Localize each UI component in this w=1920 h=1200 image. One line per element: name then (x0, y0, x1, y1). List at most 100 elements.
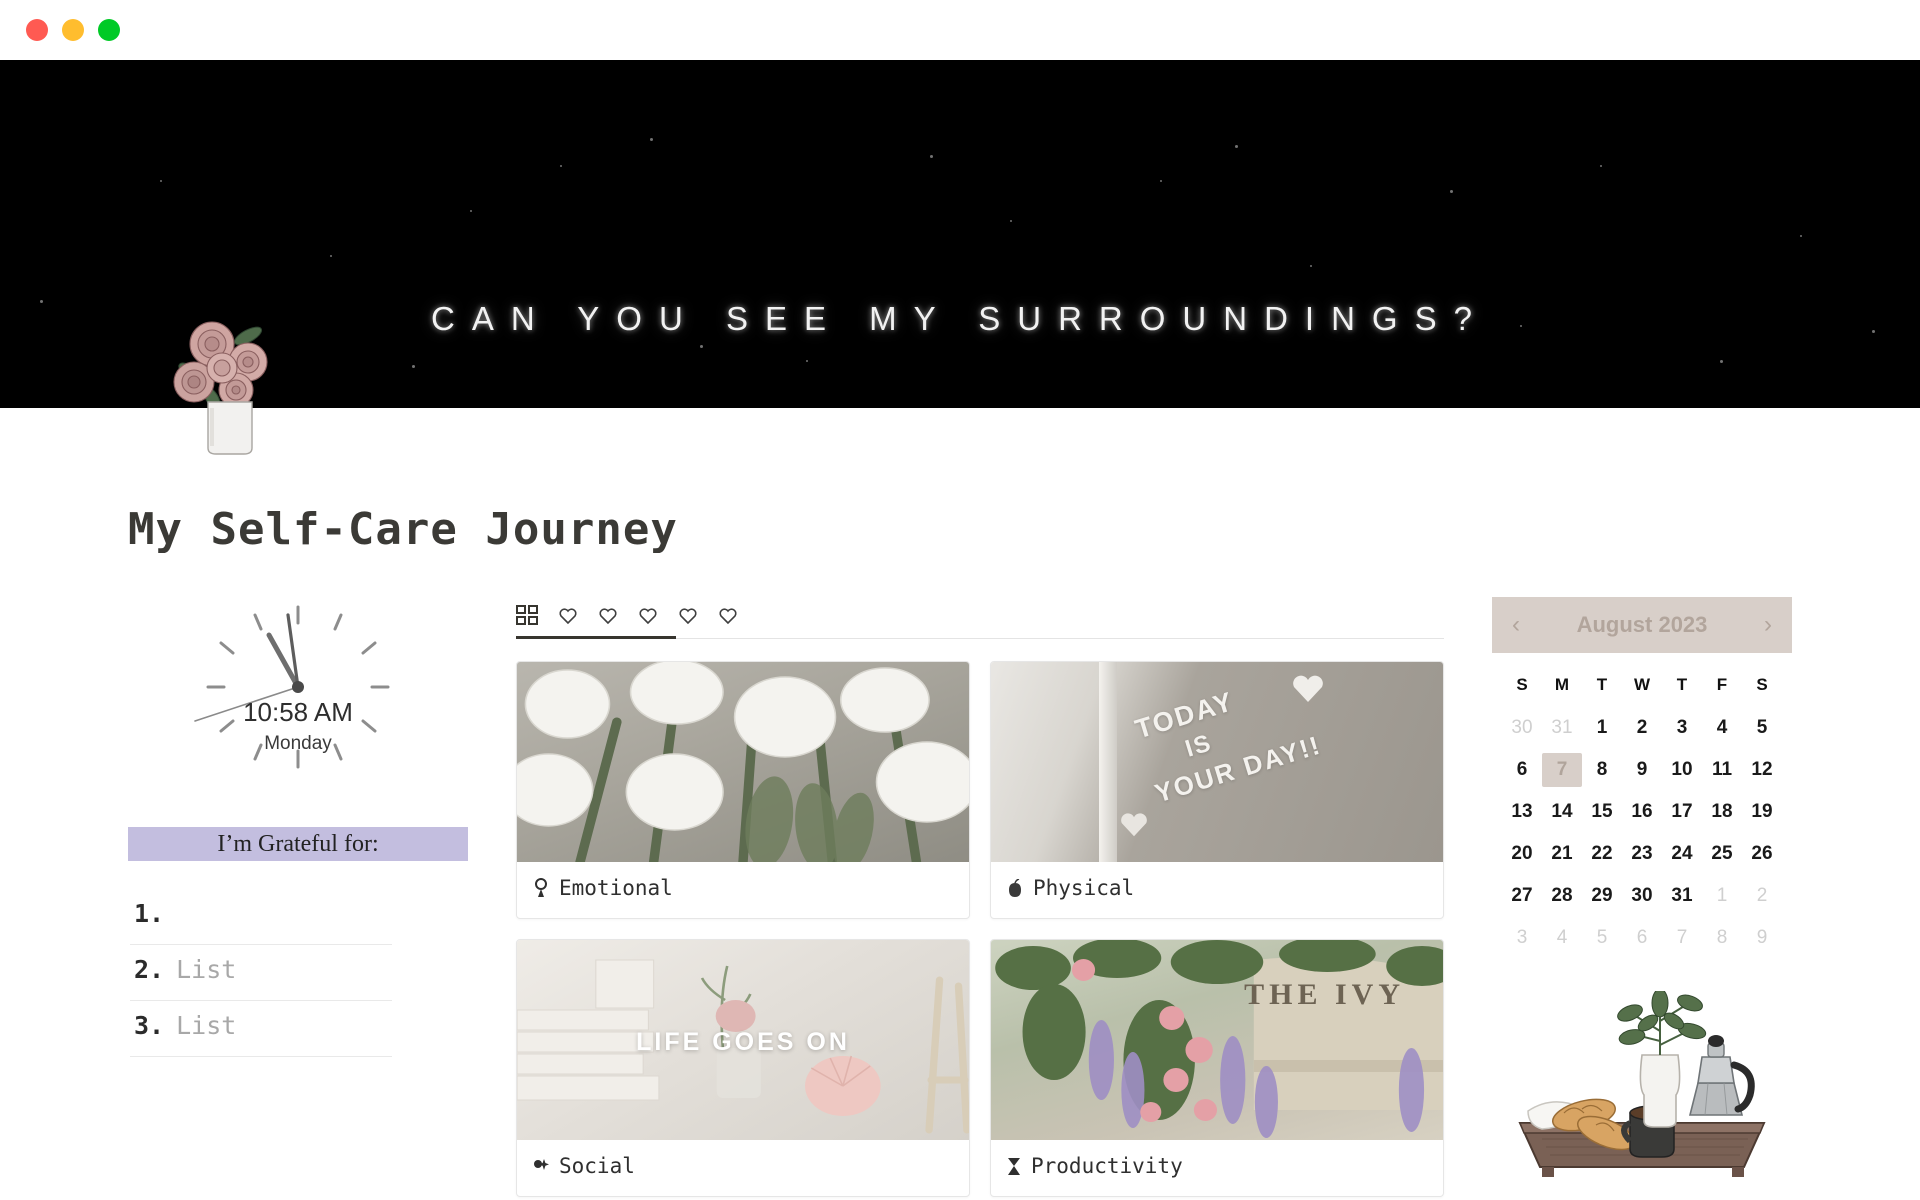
list-item[interactable]: 1. (130, 889, 392, 945)
calendar-prev-month-button[interactable]: ‹ (1512, 613, 1520, 637)
gallery-card-productivity[interactable]: THE IVY Productivity (990, 939, 1444, 1197)
page-title: My Self-Care Journey (128, 504, 678, 555)
calendar-day[interactable]: 7 (1662, 921, 1702, 955)
calendar-day[interactable]: 31 (1542, 711, 1582, 745)
calendar-weekday: S (1756, 675, 1768, 694)
clock-day: Monday (264, 733, 332, 754)
card-label-social: Social (517, 1140, 969, 1196)
calendar-day[interactable]: 8 (1582, 753, 1622, 787)
calendar-day[interactable]: 2 (1622, 711, 1662, 745)
calendar-day[interactable]: 30 (1622, 879, 1662, 913)
window-maximize-button[interactable] (98, 19, 120, 41)
calendar-day[interactable]: 12 (1742, 753, 1782, 787)
grateful-heading: I’m Grateful for: (128, 827, 468, 861)
calendar-widget: ‹ August 2023 › S M T W T F S 30 31 1 2 3 4 5 6… (1492, 597, 1792, 965)
card-image-ivy: THE IVY (991, 940, 1443, 1140)
heart-icon-4[interactable] (678, 606, 698, 630)
calendar-day[interactable]: 21 (1542, 837, 1582, 871)
calendar-day[interactable]: 11 (1702, 753, 1742, 787)
list-item-text[interactable]: List (176, 1011, 236, 1040)
calendar-day[interactable]: 8 (1702, 921, 1742, 955)
page-content: My Self-Care Journey 10:58 AM Monday I’m… (0, 504, 1920, 1197)
gallery-card-emotional[interactable]: Emotional (516, 661, 970, 919)
card-label-productivity: Productivity (991, 1140, 1443, 1196)
clock-widget: 10:58 AM Monday (128, 597, 468, 787)
right-column: ‹ August 2023 › S M T W T F S 30 31 1 2 3 4 5 6… (1492, 597, 1792, 1181)
calendar-day[interactable]: 22 (1582, 837, 1622, 871)
calendar-header: ‹ August 2023 › (1492, 597, 1792, 653)
window-close-button[interactable] (26, 19, 48, 41)
heart-icon-2[interactable] (598, 606, 618, 630)
analog-clock-face (194, 605, 390, 769)
calendar-day[interactable]: 4 (1542, 921, 1582, 955)
roses-vase-illustration (173, 321, 268, 455)
calendar-day[interactable]: 15 (1582, 795, 1622, 829)
card-label-emotional: Emotional (517, 862, 969, 918)
calendar-weekday: T (1676, 675, 1688, 694)
calendar-day-today[interactable]: 7 (1542, 753, 1582, 787)
calendar-day[interactable]: 5 (1742, 711, 1782, 745)
calendar-month-title: August 2023 (1576, 612, 1708, 637)
sparkle-icon (534, 1159, 549, 1170)
calendar-day[interactable]: 14 (1542, 795, 1582, 829)
calendar-weekday: S (1516, 675, 1528, 694)
calendar-day[interactable]: 4 (1702, 711, 1742, 745)
calendar-day[interactable]: 10 (1662, 753, 1702, 787)
calendar-day[interactable]: 31 (1662, 879, 1702, 913)
calendar-day[interactable]: 26 (1742, 837, 1782, 871)
mirror-frame (1099, 662, 1117, 862)
list-item[interactable]: 2. List (130, 945, 392, 1001)
mirror-message: TODAY IS YOUR DAY!! (1132, 662, 1381, 809)
three-column-layout: 10:58 AM Monday I’m Grateful for: 1. 2. … (128, 597, 1792, 1197)
list-item-text[interactable]: List (176, 955, 236, 984)
calendar-day[interactable]: 3 (1662, 711, 1702, 745)
calendar-day[interactable]: 2 (1742, 879, 1782, 913)
calendar-day[interactable]: 1 (1582, 711, 1622, 745)
calendar-day[interactable]: 28 (1542, 879, 1582, 913)
calendar-day[interactable]: 24 (1662, 837, 1702, 871)
left-column: 10:58 AM Monday I’m Grateful for: 1. 2. … (128, 597, 468, 1057)
calendar-next-month-button[interactable]: › (1764, 613, 1772, 637)
gallery-grid-icon[interactable] (516, 604, 538, 631)
gallery-cards: Emotional TODAY IS YOUR DAY!! Physical L… (516, 661, 1444, 1197)
ivy-sign-text: THE IVY (1244, 978, 1405, 1011)
card-title: Emotional (559, 876, 673, 900)
calendar-day[interactable]: 23 (1622, 837, 1662, 871)
list-item[interactable]: 3. List (130, 1001, 392, 1057)
calendar-weekday: T (1596, 675, 1608, 694)
calendar-day[interactable]: 29 (1582, 879, 1622, 913)
window-minimize-button[interactable] (62, 19, 84, 41)
calendar-day[interactable]: 30 (1502, 711, 1542, 745)
calendar-day[interactable]: 19 (1742, 795, 1782, 829)
heart-decor-icon (1293, 675, 1323, 702)
list-item-number: 3. (134, 1011, 165, 1040)
calendar-day[interactable]: 17 (1662, 795, 1702, 829)
grateful-list: 1. 2. List 3. List (128, 889, 468, 1057)
gallery-view-tabs (516, 597, 1444, 639)
calendar-day[interactable]: 20 (1502, 837, 1542, 871)
calendar-day[interactable]: 13 (1502, 795, 1542, 829)
calendar-day[interactable]: 25 (1702, 837, 1742, 871)
calendar-day[interactable]: 9 (1742, 921, 1782, 955)
calendar-day[interactable]: 18 (1702, 795, 1742, 829)
heart-icon-1[interactable] (558, 606, 578, 630)
calendar-day[interactable]: 6 (1502, 753, 1542, 787)
calendar-day[interactable]: 6 (1622, 921, 1662, 955)
calendar-day[interactable]: 27 (1502, 879, 1542, 913)
active-tab-underline (516, 636, 676, 639)
card-image-tulips (517, 662, 969, 862)
social-overlay-text: LIFE GOES ON (636, 1028, 850, 1056)
gallery-card-physical[interactable]: TODAY IS YOUR DAY!! Physical (990, 661, 1444, 919)
calendar-day[interactable]: 5 (1582, 921, 1622, 955)
gallery-card-social[interactable]: LIFE GOES ON Social (516, 939, 970, 1197)
calendar-day[interactable]: 9 (1622, 753, 1662, 787)
heart-icon-5[interactable] (718, 606, 738, 630)
calendar-weekday: M (1554, 675, 1570, 694)
calendar-day[interactable]: 1 (1702, 879, 1742, 913)
heart-icon-3[interactable] (638, 606, 658, 630)
calendar-day[interactable]: 3 (1502, 921, 1542, 955)
card-image-flatlay: LIFE GOES ON (517, 940, 969, 1140)
page-cover-banner: CAN YOU SEE MY SURROUNDINGS? (0, 60, 1920, 408)
calendar-day[interactable]: 16 (1622, 795, 1662, 829)
window-titlebar (0, 0, 1920, 60)
